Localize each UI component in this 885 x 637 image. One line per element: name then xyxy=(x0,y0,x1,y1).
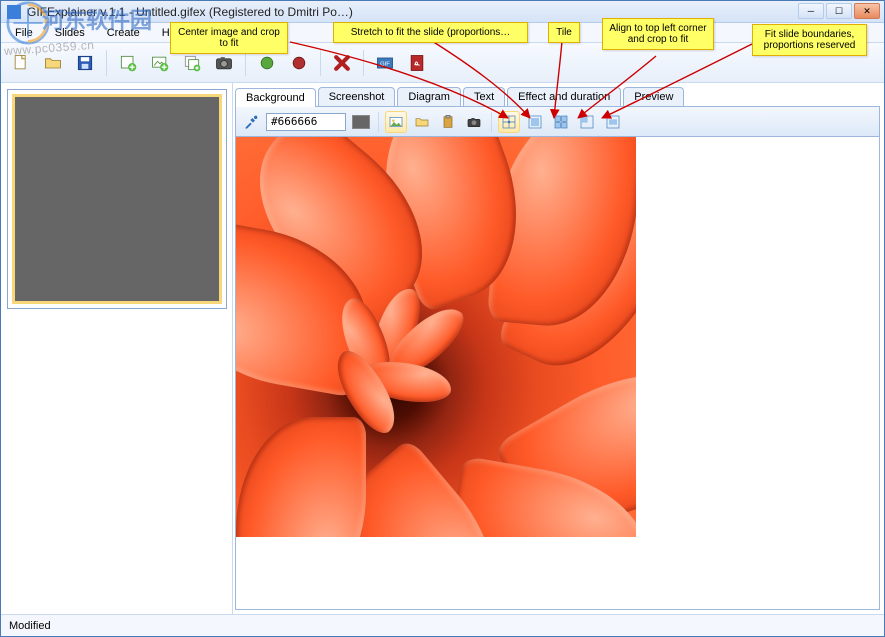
tab-screenshot[interactable]: Screenshot xyxy=(318,87,396,106)
slide-thumbnail-container[interactable] xyxy=(7,89,227,309)
close-button[interactable]: ✕ xyxy=(854,3,880,19)
status-text: Modified xyxy=(9,620,51,632)
add-slide-button[interactable] xyxy=(114,49,142,77)
open-button[interactable] xyxy=(39,49,67,77)
svg-text:GIF: GIF xyxy=(380,61,390,67)
window-title: GIFExplainer v.1.1 - Untitled.gifex (Reg… xyxy=(27,5,353,19)
tab-background[interactable]: Background xyxy=(235,88,316,107)
topleft-crop-button[interactable] xyxy=(576,111,598,133)
tab-effect[interactable]: Effect and duration xyxy=(507,87,621,106)
slides-panel xyxy=(1,83,233,614)
color-swatch[interactable] xyxy=(350,111,372,133)
minimize-button[interactable]: ─ xyxy=(798,3,824,19)
save-button[interactable] xyxy=(71,49,99,77)
menu-create[interactable]: Create xyxy=(97,25,150,41)
new-button[interactable] xyxy=(7,49,35,77)
callout-stretch: Stretch to fit the slide (proportions… xyxy=(333,22,528,43)
tab-diagram[interactable]: Diagram xyxy=(397,87,461,106)
background-canvas[interactable] xyxy=(235,137,880,610)
app-icon xyxy=(7,5,21,19)
color-input[interactable] xyxy=(266,113,346,131)
callout-tile: Tile xyxy=(548,22,580,43)
tab-preview[interactable]: Preview xyxy=(623,87,684,106)
camera-button[interactable] xyxy=(463,111,485,133)
editor-panel: Background Screenshot Diagram Text Effec… xyxy=(233,83,884,614)
titlebar: GIFExplainer v.1.1 - Untitled.gifex (Reg… xyxy=(1,1,884,23)
stretch-button[interactable] xyxy=(524,111,546,133)
tab-text[interactable]: Text xyxy=(463,87,505,106)
callout-fit: Fit slide boundaries, proportions reserv… xyxy=(752,24,867,56)
background-toolbar xyxy=(235,107,880,137)
tile-button[interactable] xyxy=(550,111,572,133)
center-crop-button[interactable] xyxy=(498,111,520,133)
paste-button[interactable] xyxy=(437,111,459,133)
status-bar: Modified xyxy=(1,614,884,636)
browse-folder-button[interactable] xyxy=(411,111,433,133)
callout-center-crop: Center image and crop to fit xyxy=(170,22,288,54)
slide-thumbnail[interactable] xyxy=(12,94,222,304)
menu-file[interactable]: File xyxy=(5,25,43,41)
editor-tabs: Background Screenshot Diagram Text Effec… xyxy=(235,87,880,107)
fit-boundaries-button[interactable] xyxy=(602,111,624,133)
maximize-button[interactable]: ☐ xyxy=(826,3,852,19)
eyedropper-button[interactable] xyxy=(240,111,262,133)
background-image xyxy=(236,137,636,537)
export-gif-button[interactable]: GIF xyxy=(371,49,399,77)
open-image-button[interactable] xyxy=(385,111,407,133)
delete-button[interactable] xyxy=(328,49,356,77)
menu-slides[interactable]: Slides xyxy=(45,25,95,41)
callout-topleft: Align to top left corner and crop to fit xyxy=(602,18,714,50)
export-pdf-button[interactable] xyxy=(403,49,431,77)
record-stop-button[interactable] xyxy=(285,49,313,77)
